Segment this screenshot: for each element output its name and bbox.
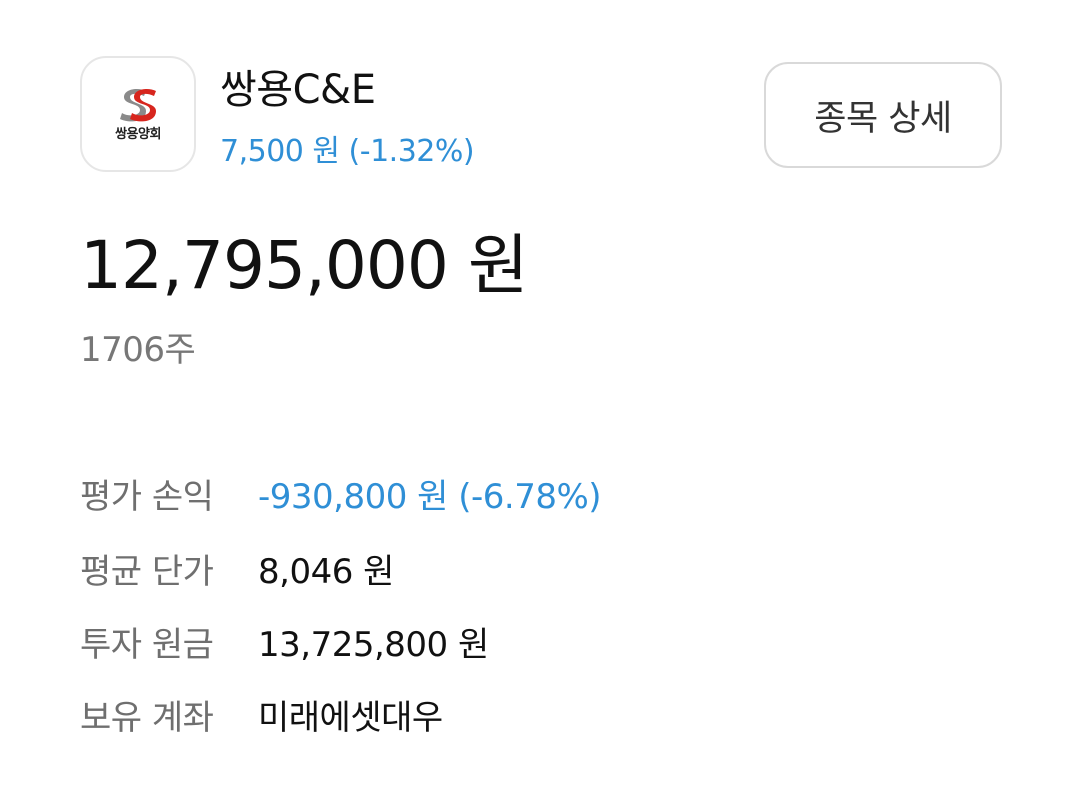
profit-loss-value: -930,800 원 (-6.78%) xyxy=(258,477,602,517)
info-row-profit-loss: 평가 손익 -930,800 원 (-6.78%) xyxy=(80,472,602,522)
info-row-principal: 투자 원금 13,725,800 원 xyxy=(80,620,489,670)
share-count: 1706주 xyxy=(80,330,196,370)
total-value: 12,795,000 원 xyxy=(80,227,529,304)
account-value: 미래에셋대우 xyxy=(258,698,443,738)
stock-price-change: 7,500 원 (-1.32%) xyxy=(220,134,475,169)
info-label: 투자 원금 xyxy=(80,625,214,665)
stock-logo: 쌍용양회 xyxy=(80,56,196,172)
ssangyong-s-logo-icon xyxy=(120,89,156,122)
stock-name: 쌍용C&E xyxy=(220,67,376,113)
average-price-value: 8,046 원 xyxy=(258,552,394,592)
info-label: 평균 단가 xyxy=(80,552,214,592)
info-label: 평가 손익 xyxy=(80,477,214,517)
logo-text: 쌍용양회 xyxy=(115,127,161,142)
stock-detail-button[interactable]: 종목 상세 xyxy=(764,62,1002,168)
info-label: 보유 계좌 xyxy=(80,698,214,738)
principal-value: 13,725,800 원 xyxy=(258,625,489,665)
info-row-average-price: 평균 단가 8,046 원 xyxy=(80,547,394,597)
info-row-account: 보유 계좌 미래에셋대우 xyxy=(80,693,443,743)
